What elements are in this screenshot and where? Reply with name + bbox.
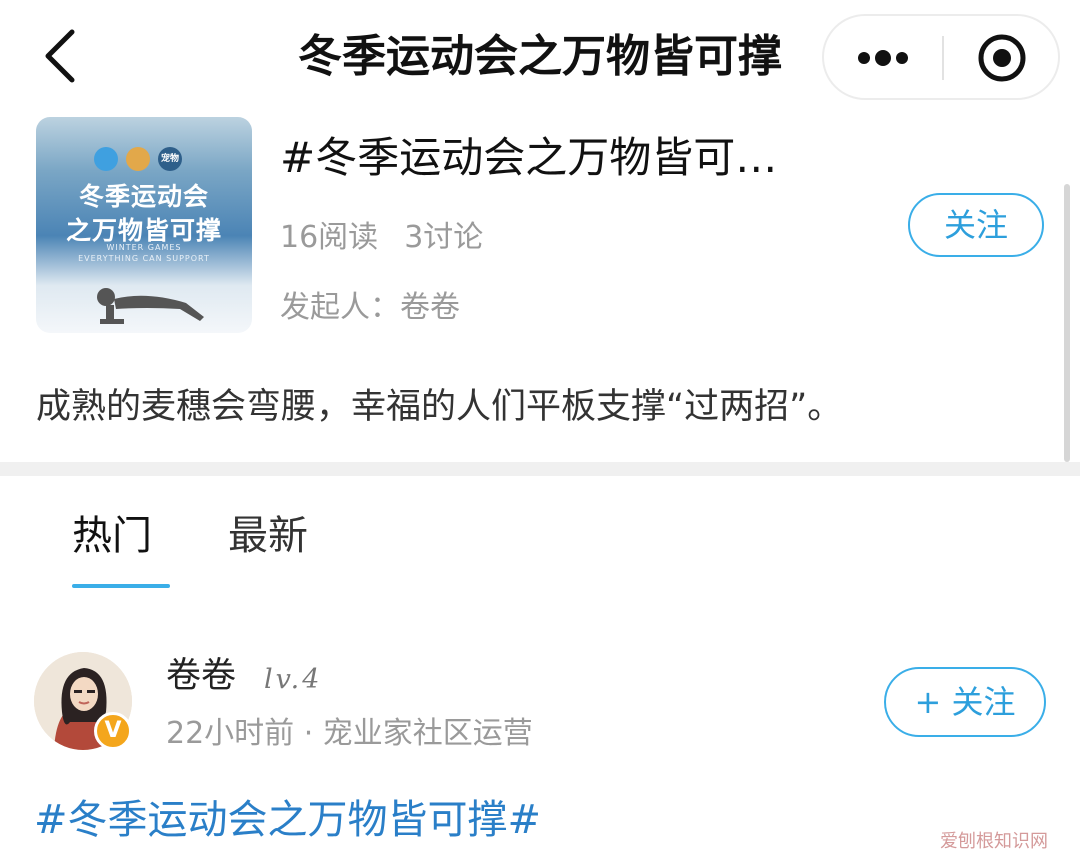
cover-title-line2: 之万物皆可撑 [65,216,222,245]
topic-description: 成熟的麦穗会弯腰，幸福的人们平板支撑“过两招”。 [36,387,843,427]
cover-logo-3: 宠物 [158,147,182,171]
section-divider [0,462,1080,476]
topic-stats: 16阅读 3讨论 [280,216,483,260]
cover-subtitle-line2: EVERYTHING CAN SUPPORT [78,254,210,263]
cover-logo-2 [126,147,150,171]
close-mini-program-button[interactable] [944,16,1060,98]
topic-cover-image: 宠物 冬季运动会 之万物皆可撑 WINTER GAMES EVERYTHING … [36,117,252,333]
plank-figure-icon [97,288,204,324]
discussion-count: 3讨论 [404,220,484,255]
target-circle-icon [978,34,1026,82]
follow-topic-button[interactable]: 关注 [908,193,1044,257]
user-level-badge: lv.4 [264,664,323,695]
read-count: 16阅读 [280,220,379,255]
post-hashtag-link[interactable]: #冬季运动会之万物皆可撑# [34,790,541,850]
cover-logos: 宠物 [94,147,182,171]
back-button[interactable] [38,26,86,86]
page-title: 冬季运动会之万物皆可撑 [298,31,782,82]
mini-program-capsule [822,14,1060,100]
navigation-bar: 冬季运动会之万物皆可撑 [0,0,1080,112]
follow-user-button[interactable]: + 关注 [884,667,1046,737]
watermark: 爱刨根知识网 [940,831,1048,852]
chevron-left-icon [45,29,75,83]
verified-badge: V [94,712,132,750]
more-dots-icon [858,50,908,66]
cover-logo-1 [94,147,118,171]
active-tab-indicator [72,584,170,588]
more-button[interactable] [824,16,942,98]
tab-latest[interactable]: 最新 [228,508,308,564]
post-meta: 22小时前 · 宠业家社区运营 [166,716,533,751]
topic-title: #冬季运动会之万物皆可… [280,133,778,182]
topic-owner: 发起人：卷卷 [280,290,460,325]
tab-hot[interactable]: 热门 [72,508,152,564]
cover-title-line1: 冬季运动会 [78,182,209,211]
author-name[interactable]: 卷卷 [166,650,236,702]
scrollbar[interactable] [1064,184,1070,462]
cover-subtitle-line1: WINTER GAMES [106,243,182,252]
